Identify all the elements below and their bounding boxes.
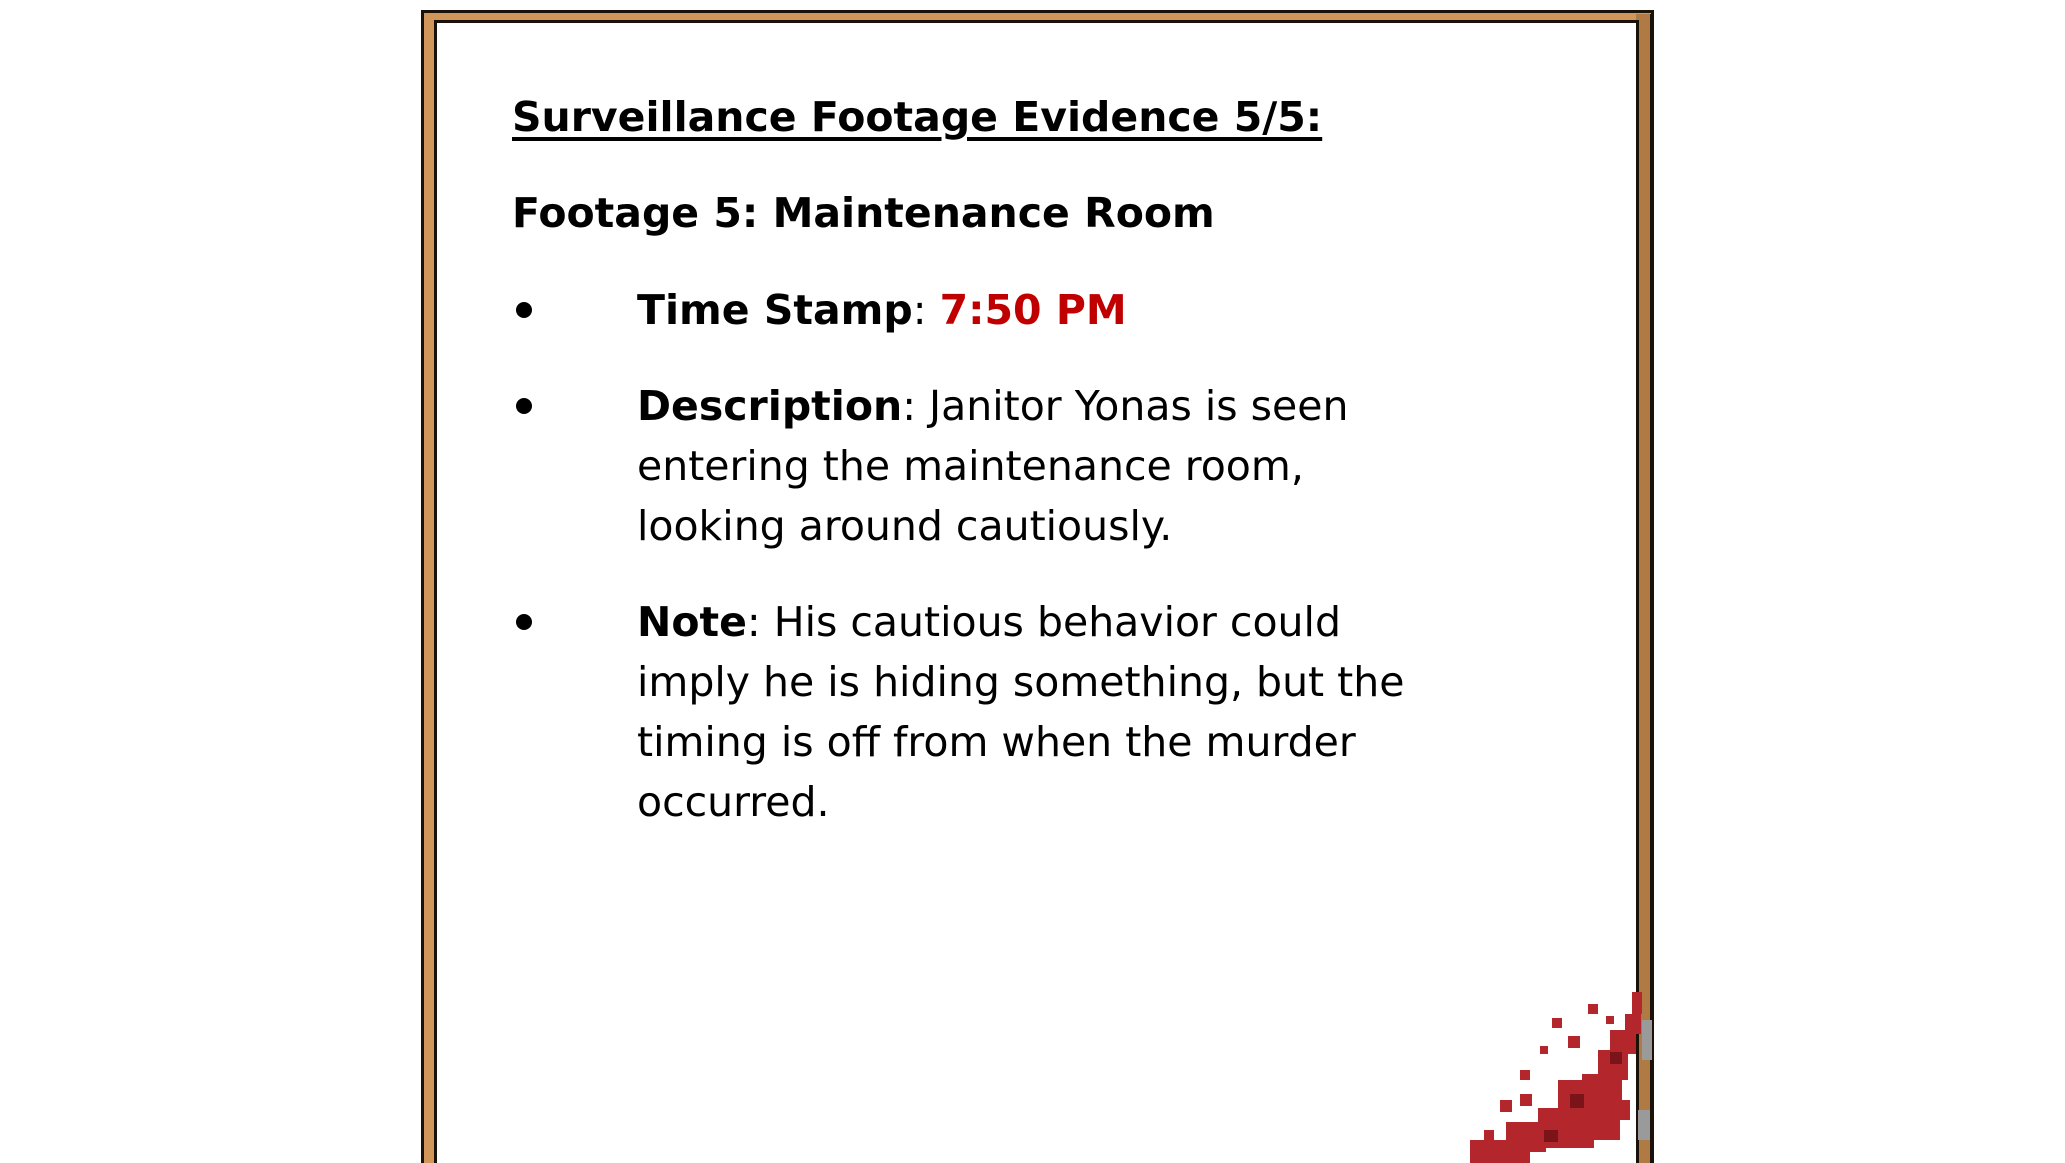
- item-label: Description: [637, 382, 903, 430]
- item-separator: :: [912, 286, 940, 334]
- item-label: Time Stamp: [637, 286, 913, 334]
- evidence-content: Surveillance Footage Evidence 5/5: Foota…: [512, 88, 1512, 868]
- bullet-icon: [516, 614, 532, 630]
- item-separator: :: [746, 598, 774, 646]
- item-separator: :: [902, 382, 930, 430]
- evidence-list: Time Stamp: 7:50 PM Description: Janitor…: [512, 280, 1512, 832]
- list-item-note: Note: His cautious behavior could imply …: [512, 592, 1417, 832]
- page-title: Surveillance Footage Evidence 5/5:: [512, 93, 1323, 141]
- list-item-time-stamp: Time Stamp: 7:50 PM: [512, 280, 1417, 340]
- bullet-icon: [516, 302, 532, 318]
- time-stamp-value: 7:50 PM: [939, 286, 1127, 334]
- bullet-icon: [516, 398, 532, 414]
- blood-splatter-icon: [1470, 992, 1652, 1163]
- evidence-slide: Surveillance Footage Evidence 5/5: Foota…: [0, 0, 2065, 1163]
- list-item-description: Description: Janitor Yonas is seen enter…: [512, 376, 1417, 556]
- footage-title: Footage 5: Maintenance Room: [512, 189, 1215, 237]
- item-label: Note: [637, 598, 747, 646]
